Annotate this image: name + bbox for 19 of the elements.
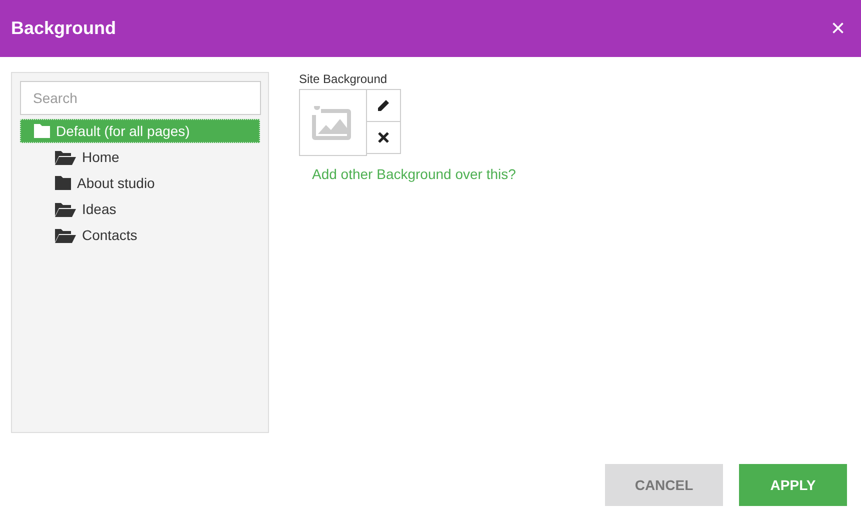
- tree-item[interactable]: Contacts: [20, 223, 260, 247]
- search-field[interactable]: Search: [20, 81, 261, 115]
- image-icon: [312, 106, 354, 140]
- edit-button[interactable]: [367, 89, 401, 122]
- close-icon: [378, 132, 389, 143]
- remove-button[interactable]: [367, 121, 401, 154]
- dialog-title: Background: [11, 18, 116, 39]
- close-button[interactable]: ×: [826, 16, 849, 40]
- field-label: Site Background: [299, 72, 388, 86]
- folder-icon: [55, 176, 71, 190]
- tree-item[interactable]: Ideas: [20, 197, 260, 221]
- cancel-button[interactable]: CANCEL: [605, 464, 723, 506]
- open-folder-icon: [55, 202, 76, 216]
- open-folder-icon: [55, 150, 76, 164]
- tree-item[interactable]: Home: [20, 145, 260, 169]
- open-folder-icon: [55, 228, 76, 242]
- folder-icon: [34, 124, 50, 138]
- tree-item[interactable]: About studio: [20, 171, 260, 195]
- pencil-icon: [377, 99, 390, 112]
